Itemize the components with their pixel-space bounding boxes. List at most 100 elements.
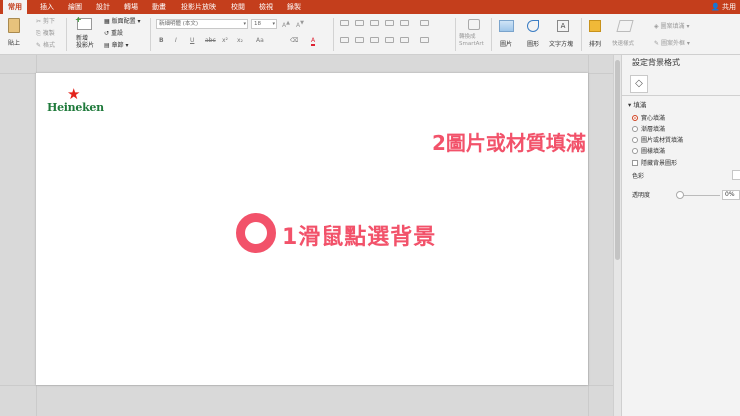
font-name-combo[interactable]: 新細明體 (本文) ▾ bbox=[156, 19, 248, 29]
shape-outline-button[interactable]: ✎ 圖案外框 ▾ bbox=[654, 38, 690, 47]
shapes-label: 圖形 bbox=[527, 41, 540, 48]
solid-fill-option[interactable]: 實心填滿 bbox=[632, 114, 665, 123]
decrease-indent-icon[interactable] bbox=[370, 20, 379, 26]
scissors-icon: ✂ bbox=[36, 18, 42, 25]
format-painter-label: 格式 bbox=[42, 42, 55, 49]
pane-title: 設定背景格式 bbox=[632, 58, 680, 67]
strikethrough-button[interactable]: abc bbox=[205, 37, 216, 44]
tab-slideshow[interactable]: 投影片放映 bbox=[176, 0, 221, 14]
pane-divider bbox=[622, 95, 740, 96]
align-left-icon[interactable] bbox=[340, 37, 349, 43]
ribbon-tab-bar: 常用 插入 繪圖 設計 轉場 動畫 投影片放映 校閱 檢視 錄製 👤 共用 bbox=[0, 0, 740, 14]
tab-insert[interactable]: 插入 bbox=[35, 0, 59, 14]
vertical-scrollbar[interactable] bbox=[613, 55, 621, 416]
superscript-button[interactable]: x² bbox=[222, 37, 228, 44]
radio bbox=[632, 148, 638, 154]
quick-styles-button[interactable]: 快速樣式 bbox=[612, 17, 638, 51]
arrange-button[interactable]: 排列 bbox=[586, 17, 606, 51]
textbox-button[interactable]: A 文字方塊 bbox=[548, 17, 578, 51]
tab-animations[interactable]: 動畫 bbox=[147, 0, 171, 14]
underline-button[interactable]: U bbox=[190, 37, 194, 44]
shrink-font-button[interactable]: A▼ bbox=[296, 20, 304, 29]
tab-home[interactable]: 常用 bbox=[3, 0, 27, 14]
ruler-guide bbox=[0, 385, 613, 386]
shape-fill-button[interactable]: ◈ 圖案填滿 ▾ bbox=[654, 21, 689, 30]
font-color-button[interactable]: A bbox=[311, 37, 316, 46]
paste-button[interactable]: 貼上 bbox=[4, 17, 26, 51]
align-text-icon[interactable] bbox=[420, 37, 429, 43]
ribbon-separator bbox=[581, 18, 582, 51]
section-button[interactable]: ▤ 章節 ▾ bbox=[104, 40, 129, 49]
line-spacing-icon[interactable] bbox=[400, 20, 409, 26]
transparency-label: 透明度 bbox=[632, 192, 651, 199]
arrange-label: 排列 bbox=[589, 41, 602, 48]
new-slide-button[interactable]: + 新增 投影片 bbox=[74, 15, 100, 51]
font-size-value: 18 bbox=[254, 21, 261, 27]
tab-transitions[interactable]: 轉場 bbox=[119, 0, 143, 14]
solid-fill-label: 實心填滿 bbox=[641, 115, 666, 122]
gradient-fill-option[interactable]: 漸層填滿 bbox=[632, 125, 665, 134]
format-painter-button[interactable]: ✎ 格式 bbox=[36, 40, 55, 49]
justify-icon[interactable] bbox=[385, 37, 394, 43]
tab-record[interactable]: 錄製 bbox=[282, 0, 306, 14]
tab-view[interactable]: 檢視 bbox=[254, 0, 278, 14]
subscript-button[interactable]: x₂ bbox=[237, 37, 243, 44]
fill-section-header[interactable]: ▾ 填滿 bbox=[628, 99, 646, 109]
red-star-icon: ★ bbox=[67, 85, 81, 103]
textbox-icon: A bbox=[557, 20, 569, 32]
hide-background-checkbox[interactable]: 隱藏背景圖形 bbox=[632, 159, 677, 168]
radio-selected bbox=[632, 115, 638, 121]
convert-smartart-label: 轉換成 SmartArt bbox=[459, 34, 484, 47]
annotation-step-1: 1滑鼠點選背景 bbox=[282, 225, 437, 250]
align-right-icon[interactable] bbox=[370, 37, 379, 43]
numbering-icon[interactable] bbox=[355, 20, 364, 26]
shape-fill-label: 圖案填滿 bbox=[660, 23, 685, 30]
section-label: 章節 bbox=[111, 42, 124, 49]
font-size-combo[interactable]: 18 ▾ bbox=[251, 19, 277, 29]
format-background-pane: 設定背景格式 ◇ ▾ 填滿 實心填滿 漸層填滿 圖片或材質填滿 圖樣填滿 隱藏背… bbox=[621, 55, 740, 416]
slide-canvas[interactable]: ★ Heineken 1滑鼠點選背景 bbox=[36, 73, 588, 385]
convert-smartart-button[interactable]: 轉換成 SmartArt bbox=[459, 17, 489, 51]
cut-label: 剪下 bbox=[42, 18, 55, 25]
clear-format-button[interactable]: ⌫ bbox=[290, 37, 298, 44]
layout-button[interactable]: ▦ 版面配置 ▾ bbox=[104, 16, 141, 25]
scrollbar-thumb[interactable] bbox=[615, 60, 620, 260]
columns-icon[interactable] bbox=[400, 37, 409, 43]
checkbox bbox=[632, 160, 638, 166]
layout-icon: ▦ bbox=[104, 18, 110, 25]
quick-styles-label: 快速樣式 bbox=[612, 41, 635, 47]
fill-bucket-icon[interactable]: ◇ bbox=[630, 75, 648, 93]
tab-review[interactable]: 校閱 bbox=[226, 0, 250, 14]
text-direction-icon[interactable] bbox=[420, 20, 429, 26]
align-center-icon[interactable] bbox=[355, 37, 364, 43]
cut-button[interactable]: ✂ 剪下 bbox=[36, 16, 55, 25]
change-case-button[interactable]: Aa bbox=[256, 37, 264, 44]
picture-icon bbox=[499, 20, 514, 32]
paint-bucket-icon: ◈ bbox=[654, 23, 659, 30]
reset-label: 重設 bbox=[110, 30, 123, 37]
shapes-button[interactable]: 圖形 bbox=[524, 17, 544, 51]
tab-draw[interactable]: 繪圖 bbox=[63, 0, 87, 14]
bullets-icon[interactable] bbox=[340, 20, 349, 26]
textbox-label: 文字方塊 bbox=[549, 41, 574, 48]
picture-button[interactable]: 圖片 bbox=[497, 17, 517, 51]
pattern-fill-label: 圖樣填滿 bbox=[641, 148, 666, 155]
pattern-fill-option[interactable]: 圖樣填滿 bbox=[632, 147, 665, 156]
transparency-slider-track[interactable] bbox=[678, 195, 720, 196]
copy-button[interactable]: ⎘ 複製 bbox=[36, 28, 55, 38]
slide-workspace[interactable]: ★ Heineken 1滑鼠點選背景 bbox=[0, 55, 613, 416]
picture-texture-fill-option[interactable]: 圖片或材質填滿 bbox=[632, 136, 683, 145]
transparency-input[interactable]: 0% bbox=[722, 190, 740, 200]
color-picker-button[interactable] bbox=[732, 170, 740, 180]
transparency-slider-handle[interactable] bbox=[676, 191, 684, 199]
copy-icon: ⎘ bbox=[36, 30, 41, 37]
grow-font-button[interactable]: A▲ bbox=[282, 20, 290, 29]
tab-design[interactable]: 設計 bbox=[91, 0, 115, 14]
increase-indent-icon[interactable] bbox=[385, 20, 394, 26]
bold-button[interactable]: B bbox=[159, 37, 164, 44]
italic-button[interactable]: I bbox=[175, 37, 177, 44]
clipboard-icon bbox=[8, 18, 20, 33]
reset-button[interactable]: ↺ 重設 bbox=[104, 28, 123, 37]
ruler-guide bbox=[588, 55, 589, 416]
share-button[interactable]: 👤 共用 bbox=[711, 0, 736, 14]
